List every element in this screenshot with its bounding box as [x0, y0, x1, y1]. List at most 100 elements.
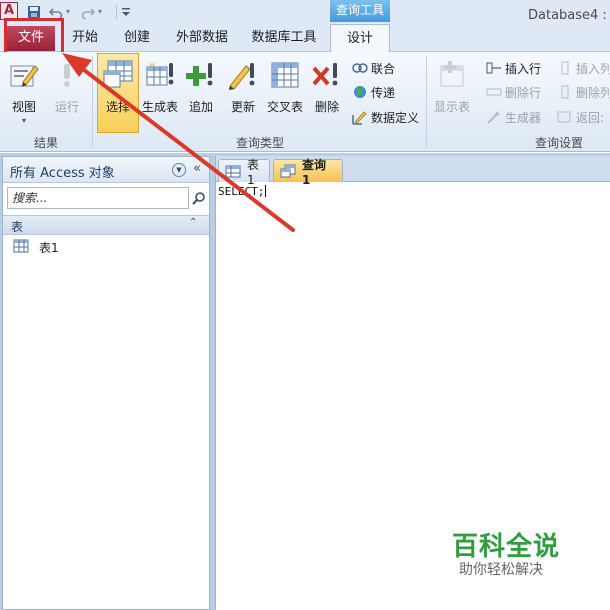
make-table-icon [143, 58, 177, 92]
data-definition-label: 数据定义 [371, 110, 420, 125]
tab-external-data[interactable]: 外部数据 [170, 24, 234, 52]
ribbon-tab-bar: 文件 开始 创建 外部数据 数据库工具 设计 [0, 24, 610, 53]
tab-home[interactable]: 开始 [64, 24, 106, 52]
nav-group-tables[interactable]: 表 ⌃ [3, 215, 209, 235]
union-label: 联合 [371, 61, 396, 76]
tab-create[interactable]: 创建 [115, 24, 159, 52]
search-icon[interactable] [190, 188, 208, 208]
doc-tab-label: 查询1 [302, 157, 327, 187]
append-button[interactable]: 追加 [184, 54, 218, 130]
document-tab-strip: 表1 查询1 [216, 156, 610, 187]
delete-query-button[interactable]: 删除 [310, 54, 344, 130]
update-label: 更新 [230, 100, 255, 114]
view-button[interactable]: 视图 ▾ [4, 54, 44, 130]
sql-text: SELECT; [218, 185, 265, 198]
nav-search-input[interactable] [7, 187, 189, 209]
crosstab-icon [268, 58, 302, 92]
group-label-results: 结果 [34, 136, 59, 150]
pass-through-label: 传递 [371, 85, 396, 100]
delete-columns-label: 删除列 [576, 85, 610, 100]
return-icon [557, 109, 573, 125]
exclamation-run-icon [50, 58, 84, 92]
doc-tab-table1[interactable]: 表1 [218, 158, 270, 187]
return-field[interactable]: 返回: [557, 107, 604, 127]
delete-rows-label: 删除行 [505, 85, 542, 100]
make-table-button[interactable]: 生成表 [140, 54, 180, 130]
query-tools-contextual-label: 查询工具 [330, 0, 390, 22]
delete-label: 删除 [314, 100, 339, 114]
chevron-down-icon[interactable]: ▼ [172, 163, 186, 177]
group-separator [92, 56, 93, 148]
delete-rows-icon [486, 84, 502, 100]
view-label: 视图 [11, 100, 36, 114]
watermark-subtitle: 助你轻松解决 [459, 562, 543, 578]
insert-columns-icon [557, 60, 573, 76]
collapse-pane-icon[interactable]: « [193, 161, 207, 177]
run-button[interactable]: 运行 [50, 54, 84, 130]
group-label-query-type: 查询类型 [236, 136, 285, 150]
nav-item-label: 表1 [39, 240, 59, 255]
show-table-button[interactable]: 显示表 [431, 54, 473, 130]
pass-through-button[interactable]: 传递 [352, 82, 395, 102]
append-plus-icon [184, 58, 218, 92]
delete-columns-icon [557, 84, 573, 100]
nav-item-table1[interactable]: 表1 [13, 237, 59, 257]
qat-separator [116, 5, 117, 19]
undo-dropdown-icon[interactable]: ▾ [66, 5, 74, 19]
nav-pane-header[interactable]: 所有 Access 对象 ▼ « [3, 157, 209, 183]
table-icon [225, 165, 241, 178]
insert-columns-button[interactable]: 插入列 [557, 58, 610, 78]
sql-editor[interactable]: SELECT; [218, 185, 267, 198]
data-definition-button[interactable]: 数据定义 [352, 107, 419, 127]
update-button[interactable]: 更新 [225, 54, 261, 130]
ribbon-panel: 视图 ▾ 运行 结果 选择 生成表 追加 更新 交叉表 删除 联合 传递 数据定… [0, 52, 610, 152]
nav-group-label: 表 [11, 220, 24, 234]
doc-tab-label: 表1 [247, 157, 260, 187]
file-tab-highlight-box [4, 18, 64, 56]
text-caret [265, 185, 267, 197]
tab-database-tools[interactable]: 数据库工具 [246, 24, 322, 52]
query-icon [280, 164, 296, 178]
tab-design[interactable]: 设计 [330, 24, 390, 53]
insert-rows-button[interactable]: 插入行 [486, 58, 541, 78]
union-rings-icon [352, 60, 368, 76]
group-label-query-setup: 查询设置 [535, 136, 584, 150]
doc-tab-query1[interactable]: 查询1 [273, 158, 343, 187]
update-pencil-icon [226, 58, 260, 92]
group-separator [426, 56, 427, 148]
crosstab-button[interactable]: 交叉表 [264, 54, 306, 130]
delete-x-icon [310, 58, 344, 92]
data-definition-icon [352, 109, 368, 125]
title-bar: A ▾ ▾ 查询工具 Database4 : 数 [0, 0, 610, 24]
insert-rows-icon [486, 60, 502, 76]
crosstab-label: 交叉表 [266, 100, 303, 114]
globe-icon [352, 84, 368, 100]
design-view-icon [7, 58, 41, 92]
redo-dropdown-icon[interactable]: ▾ [98, 5, 106, 19]
insert-columns-label: 插入列 [576, 61, 610, 76]
watermark-title: 百科全说 [452, 532, 561, 562]
watermark: 百科全说 助你轻松解决 [446, 526, 596, 584]
select-query-icon [101, 58, 135, 92]
builder-label: 生成器 [505, 110, 542, 125]
navigation-pane: 所有 Access 对象 ▼ « 表 ⌃ 表1 [2, 156, 210, 610]
redo-icon[interactable] [80, 4, 96, 20]
union-button[interactable]: 联合 [352, 58, 395, 78]
customize-qat-icon[interactable] [118, 4, 134, 20]
builder-button[interactable]: 生成器 [486, 107, 541, 127]
show-table-label: 显示表 [433, 100, 470, 114]
table-icon [13, 239, 29, 256]
show-table-icon [435, 58, 469, 92]
window-title: Database4 : 数 [528, 8, 610, 23]
delete-rows-button[interactable]: 删除行 [486, 82, 541, 102]
run-label: 运行 [54, 100, 79, 114]
append-label: 追加 [188, 100, 213, 114]
select-label: 选择 [105, 100, 130, 114]
select-query-button[interactable]: 选择 [97, 53, 139, 133]
insert-rows-label: 插入行 [505, 61, 542, 76]
delete-columns-button[interactable]: 删除列 [557, 82, 610, 102]
make-table-label: 生成表 [141, 100, 178, 114]
nav-pane-title: 所有 Access 对象 [10, 166, 115, 181]
builder-wand-icon [486, 109, 502, 125]
return-label: 返回: [576, 110, 605, 125]
